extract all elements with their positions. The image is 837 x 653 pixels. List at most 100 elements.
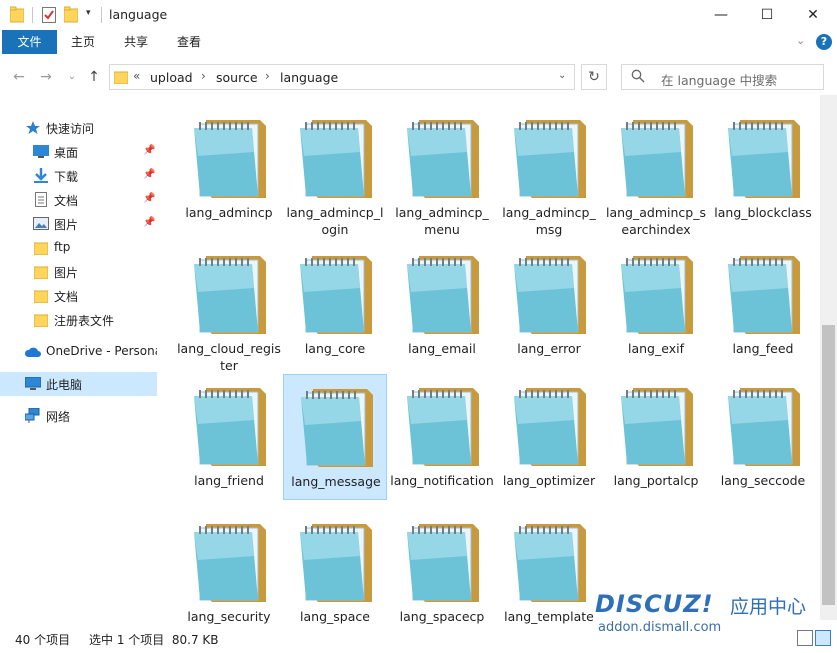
file-item[interactable]: lang_cloud_register [177, 242, 281, 373]
customize-toolbar-icon[interactable]: ▾ [86, 8, 96, 20]
file-grid: lang_admincp lang_admincp_login lang_adm… [165, 100, 820, 624]
nav-item-documents-folder[interactable]: 文档 [0, 284, 157, 308]
file-item[interactable]: lang_email [390, 242, 494, 368]
large-icons-view-button[interactable] [815, 630, 831, 646]
nav-item-this-pc[interactable]: 此电脑 [0, 372, 157, 396]
file-item[interactable]: lang_portalcp [604, 374, 708, 500]
file-item[interactable]: lang_admincp [177, 106, 281, 232]
toolbar-separator [101, 7, 102, 23]
navigation-pane: 快速访问 桌面 📌 下载 📌 文档 📌 图片 📌 ftp 图片 文档 注册表文件… [0, 110, 160, 620]
file-item[interactable]: lang_admincp_login [283, 106, 387, 237]
breadcrumb-upload[interactable]: upload [150, 70, 193, 85]
nav-item-downloads[interactable]: 下载 📌 [0, 164, 157, 188]
toolbar-separator [32, 7, 33, 23]
title-bar: ▾ language — ☐ ✕ [0, 0, 837, 30]
search-icon [631, 69, 645, 83]
file-item[interactable]: lang_feed [711, 242, 815, 368]
scrollbar-thumb[interactable] [822, 325, 835, 605]
notepad-file-icon [190, 248, 270, 338]
file-item[interactable]: lang_error [497, 242, 601, 368]
minimize-button[interactable]: — [698, 0, 744, 30]
notepad-file-icon [190, 380, 270, 470]
tab-file[interactable]: 文件 [2, 30, 57, 54]
pin-icon: 📌 [143, 145, 156, 156]
chevron-right-icon[interactable]: › [201, 69, 206, 83]
file-item[interactable]: lang_message [283, 374, 387, 500]
breadcrumb-source[interactable]: source [216, 70, 258, 85]
file-item[interactable]: lang_space [283, 510, 387, 636]
search-box[interactable]: 在 language 中搜索 [621, 64, 824, 90]
nav-item-pictures[interactable]: 图片 📌 [0, 212, 157, 236]
breadcrumb-language[interactable]: language [280, 70, 338, 85]
nav-item-documents[interactable]: 文档 📌 [0, 188, 157, 212]
file-item[interactable]: lang_admincp_searchindex [604, 106, 708, 237]
chevron-right-icon[interactable]: › [265, 69, 270, 83]
notepad-file-icon [510, 248, 590, 338]
back-arrow-icon[interactable]: ← [10, 68, 28, 86]
nav-item-network[interactable]: 网络 [0, 404, 157, 428]
nav-label: 桌面 [54, 146, 79, 160]
properties-icon[interactable] [42, 6, 56, 23]
nav-quick-access[interactable]: 快速访问 [0, 116, 157, 140]
notepad-file-icon [190, 516, 270, 606]
file-item[interactable]: lang_spacecp [390, 510, 494, 636]
file-item[interactable]: lang_admincp_menu [390, 106, 494, 237]
tab-view[interactable]: 查看 [177, 30, 201, 54]
recent-locations-icon[interactable]: ⌄ [63, 68, 81, 86]
notepad-file-icon [510, 380, 590, 470]
nav-label: ftp [54, 240, 71, 254]
file-name: lang_friend [194, 473, 264, 488]
up-arrow-icon[interactable]: ↑ [85, 68, 103, 86]
tab-share[interactable]: 共享 [124, 30, 148, 54]
file-name: lang_cloud_register [177, 341, 281, 373]
file-item[interactable]: lang_core [283, 242, 387, 368]
refresh-button[interactable]: ↻ [581, 64, 607, 90]
notepad-file-icon [724, 112, 804, 202]
address-bar[interactable]: « upload › source › language ⌄ [109, 64, 575, 90]
nav-item-onedrive[interactable]: OneDrive - Persona [0, 340, 157, 364]
folder-icon [34, 242, 48, 255]
nav-item-desktop[interactable]: 桌面 📌 [0, 140, 157, 164]
file-name: lang_security [187, 609, 271, 624]
file-item[interactable]: lang_friend [177, 374, 281, 500]
details-view-button[interactable] [797, 630, 813, 646]
notepad-file-icon [190, 112, 270, 202]
maximize-button[interactable]: ☐ [744, 0, 790, 30]
notepad-file-icon [403, 112, 483, 202]
file-name: lang_template [504, 609, 594, 624]
file-item[interactable]: lang_admincp_msg [497, 106, 601, 237]
search-input[interactable]: 在 language 中搜索 [661, 70, 777, 89]
file-item[interactable]: lang_notification [390, 374, 494, 500]
file-item[interactable]: lang_optimizer [497, 374, 601, 500]
tab-home[interactable]: 主页 [71, 30, 95, 54]
file-item[interactable]: lang_exif [604, 242, 708, 368]
notepad-file-icon [296, 248, 376, 338]
close-button[interactable]: ✕ [790, 0, 836, 30]
vertical-scrollbar[interactable] [820, 95, 837, 620]
nav-label: 文档 [54, 290, 79, 304]
file-item[interactable]: lang_template [497, 510, 601, 636]
notepad-file-icon [297, 381, 377, 471]
nav-item-ftp[interactable]: ftp [0, 236, 157, 260]
expand-ribbon-icon[interactable]: ⌄ [796, 34, 805, 47]
nav-item-pictures-folder[interactable]: 图片 [0, 260, 157, 284]
nav-item-registry-files[interactable]: 注册表文件 [0, 308, 157, 332]
help-icon[interactable]: ? [816, 34, 832, 50]
address-dropdown-icon[interactable]: ⌄ [558, 70, 566, 81]
download-icon [34, 168, 48, 183]
file-item[interactable]: lang_seccode [711, 374, 815, 500]
file-name: lang_admincp_login [286, 205, 384, 237]
file-item[interactable]: lang_blockclass [711, 106, 815, 232]
file-name: lang_admincp_msg [502, 205, 596, 237]
folder-icon [34, 266, 48, 279]
forward-arrow-icon[interactable]: → [37, 68, 55, 86]
breadcrumb-overflow[interactable]: « [133, 69, 140, 83]
cloud-icon [24, 347, 41, 357]
selection-info: 选中 1 个项目 80.7 KB [89, 633, 219, 647]
folder-icon[interactable] [10, 6, 24, 23]
new-folder-icon[interactable] [64, 6, 78, 23]
ribbon-tabs: 文件 主页 共享 查看 ⌄ ? [0, 30, 837, 54]
file-name: lang_optimizer [502, 473, 596, 488]
nav-label: 图片 [54, 218, 79, 232]
file-item[interactable]: lang_security [177, 510, 281, 636]
